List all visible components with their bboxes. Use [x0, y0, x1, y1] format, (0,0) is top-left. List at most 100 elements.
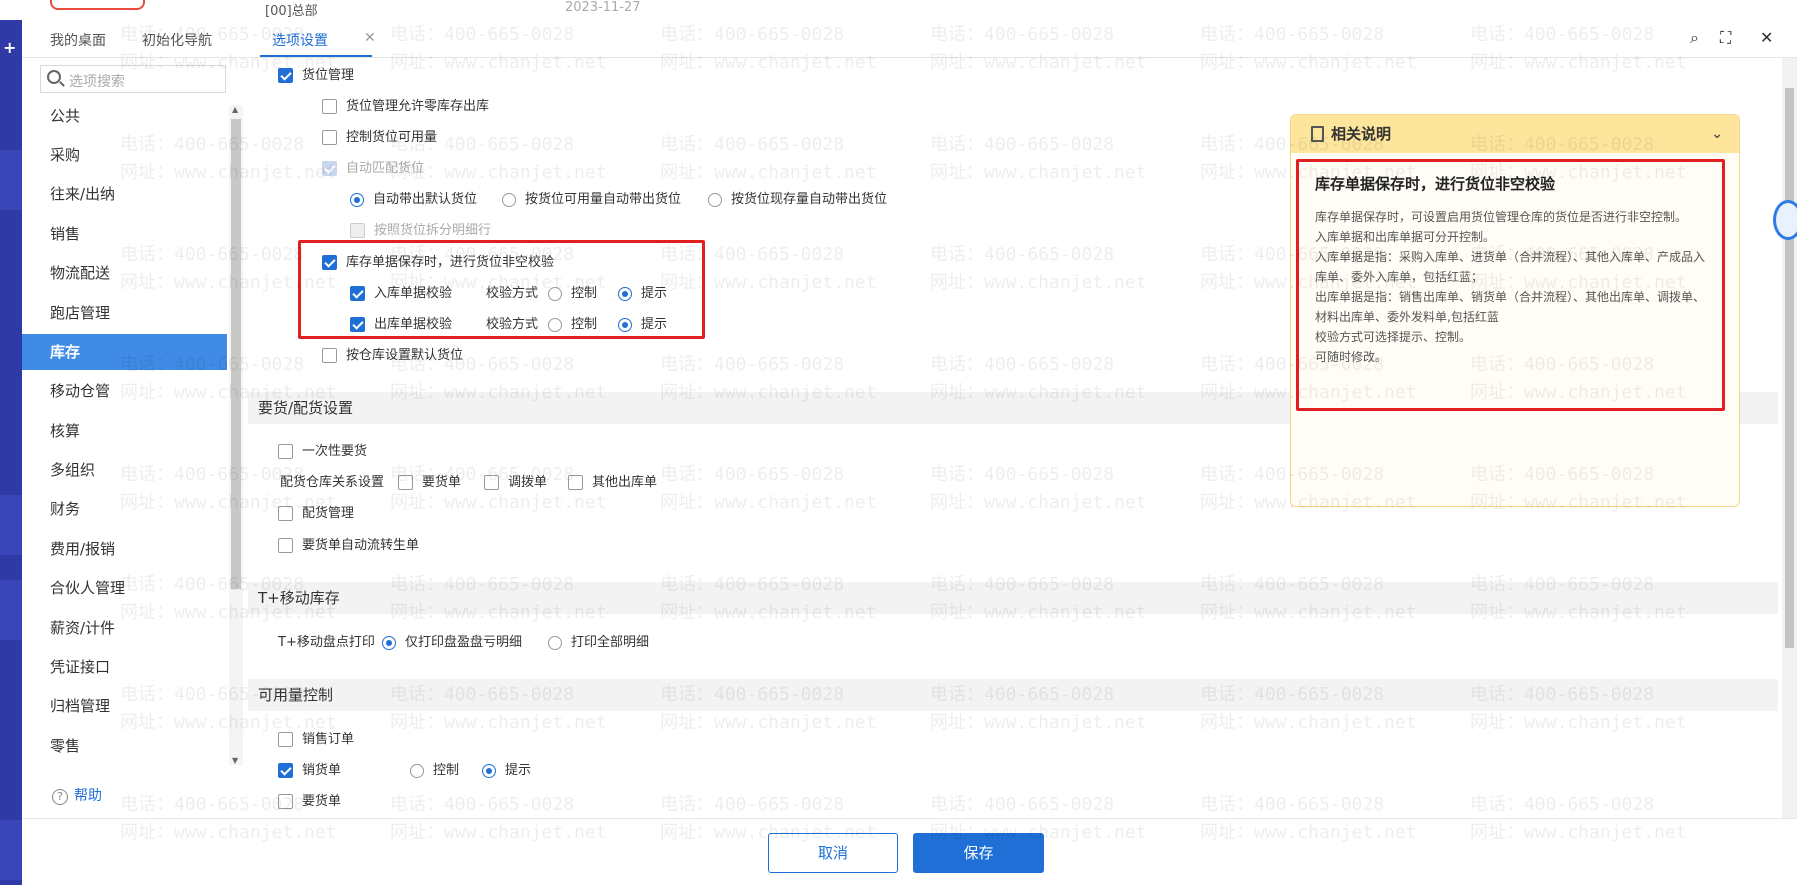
radio[interactable]: [350, 192, 364, 207]
strip-segment[interactable]: [0, 150, 22, 210]
sidebar-item-logistics[interactable]: 物流配送: [22, 255, 227, 291]
radio[interactable]: [618, 286, 632, 301]
strip-segment[interactable]: [0, 495, 22, 555]
radio[interactable]: [708, 192, 722, 207]
search-icon[interactable]: ⌕: [1690, 28, 1699, 48]
radio-default-location[interactable]: 自动带出默认货位: [350, 188, 477, 207]
save-button[interactable]: 保存: [913, 833, 1044, 873]
checkbox[interactable]: [568, 475, 583, 490]
checkbox[interactable]: [350, 286, 365, 301]
req-bill-available-option[interactable]: 要货单: [278, 790, 341, 809]
tab-options[interactable]: 选项设置: [272, 30, 328, 50]
content-scrollbar[interactable]: [1782, 58, 1797, 818]
fullscreen-icon[interactable]: ⛶: [1720, 28, 1731, 48]
checkbox[interactable]: [278, 763, 293, 778]
checkbox[interactable]: [278, 732, 293, 747]
auto-flow-option[interactable]: 要货单自动流转生单: [278, 534, 419, 553]
checkbox[interactable]: [322, 348, 337, 363]
tab-init-guide[interactable]: 初始化导航: [142, 30, 212, 50]
sidebar-item-mobile-wh[interactable]: 移动仓管: [22, 373, 227, 409]
scroll-thumb[interactable]: [231, 119, 241, 589]
sidebar-item-multi-org[interactable]: 多组织: [22, 452, 227, 488]
sidebar-item-archive[interactable]: 归档管理: [22, 688, 227, 724]
sidebar-item-store-visit[interactable]: 跑店管理: [22, 295, 227, 331]
sidebar-item-purchase[interactable]: 采购: [22, 137, 227, 173]
radio[interactable]: [410, 763, 424, 778]
checkbox[interactable]: [278, 444, 293, 459]
out-radio-control[interactable]: 控制: [548, 313, 597, 332]
radio[interactable]: [502, 192, 516, 207]
radio[interactable]: [548, 286, 562, 301]
notes-header[interactable]: 相关说明 ⌄: [1291, 115, 1739, 153]
sidebar-item-retail[interactable]: 零售: [22, 728, 227, 764]
sidebar-item-salary[interactable]: 薪资/计件: [22, 610, 227, 646]
sidebar-item-expense[interactable]: 费用/报销: [22, 531, 227, 567]
close-window-icon[interactable]: ✕: [1760, 28, 1773, 47]
sidebar-item-voucher[interactable]: 凭证接口: [22, 649, 227, 685]
checkbox[interactable]: [322, 255, 337, 270]
checkbox[interactable]: [278, 794, 293, 809]
req-bill-option[interactable]: 要货单: [398, 471, 461, 490]
zero-stock-option[interactable]: 货位管理允许零库存出库: [322, 95, 489, 114]
radio-by-stock[interactable]: 按货位现存量自动带出货位: [708, 188, 887, 207]
print-profit-loss-radio[interactable]: 仅打印盘盈盘亏明细: [382, 631, 522, 650]
checkbox[interactable]: [278, 538, 293, 553]
sidebar-item-finance[interactable]: 财务: [22, 491, 227, 527]
watermark-site: 网址：www.chanjet.net: [660, 492, 877, 513]
scroll-down-icon[interactable]: ▼: [232, 756, 238, 765]
sales-radio-prompt[interactable]: 提示: [482, 759, 531, 778]
close-icon[interactable]: ✕: [364, 30, 376, 46]
sidebar-item-partner[interactable]: 合伙人管理: [22, 570, 227, 606]
in-check-option[interactable]: 入库单据校验: [350, 282, 452, 301]
default-by-wh-option[interactable]: 按仓库设置默认货位: [322, 344, 463, 363]
nonempty-check-option[interactable]: 库存单据保存时，进行货位非空校验: [322, 251, 554, 270]
checkbox[interactable]: [278, 68, 293, 83]
checkbox[interactable]: [484, 475, 499, 490]
org-label[interactable]: [00]总部: [265, 0, 318, 19]
out-check-option[interactable]: 出库单据校验: [350, 313, 452, 332]
checkbox: [350, 223, 365, 238]
checkbox[interactable]: [322, 99, 337, 114]
strip-segment[interactable]: [0, 820, 22, 880]
sales-order-option[interactable]: 销售订单: [278, 728, 354, 747]
radio[interactable]: [548, 635, 562, 650]
sales-bill-option[interactable]: 销货单: [278, 759, 341, 778]
checkbox[interactable]: [350, 317, 365, 332]
other-out-option[interactable]: 其他出库单: [568, 471, 657, 490]
tab-my-desktop[interactable]: 我的桌面: [50, 30, 106, 50]
sidebar-item-public[interactable]: 公共: [22, 98, 227, 134]
one-time-req-option[interactable]: 一次性要货: [278, 440, 367, 459]
out-radio-prompt[interactable]: 提示: [618, 313, 667, 332]
sales-radio-control[interactable]: 控制: [410, 759, 459, 778]
checkbox[interactable]: [398, 475, 413, 490]
scroll-up-icon[interactable]: ▲: [232, 105, 238, 114]
control-available-option[interactable]: 控制货位可用量: [322, 126, 437, 145]
radio[interactable]: [618, 317, 632, 332]
in-radio-control[interactable]: 控制: [548, 282, 597, 301]
assistant-robot-icon[interactable]: [1773, 200, 1797, 240]
sidebar-item-sales[interactable]: 销售: [22, 216, 227, 252]
sidebar-item-accounting[interactable]: 核算: [22, 413, 227, 449]
chevron-down-icon[interactable]: ⌄: [1711, 115, 1723, 153]
alloc-mgmt-option[interactable]: 配货管理: [278, 502, 354, 521]
option-search-input[interactable]: 选项搜索: [40, 65, 226, 93]
help-link[interactable]: ? 帮助: [52, 785, 102, 805]
location-mgmt-option[interactable]: 货位管理: [278, 64, 354, 83]
radio-by-available[interactable]: 按货位可用量自动带出货位: [502, 188, 681, 207]
add-icon[interactable]: +: [3, 38, 16, 57]
radio[interactable]: [548, 317, 562, 332]
scroll-thumb[interactable]: [1785, 88, 1794, 648]
radio[interactable]: [482, 763, 496, 778]
print-all-radio[interactable]: 打印全部明细: [548, 631, 649, 650]
sidebar-item-cashier[interactable]: 往来/出纳: [22, 176, 227, 212]
radio[interactable]: [382, 635, 396, 650]
sidebar-item-inventory[interactable]: 库存: [22, 334, 227, 370]
cancel-button[interactable]: 取消: [768, 833, 898, 873]
sidebar-scrollbar[interactable]: ▲ ▼: [229, 105, 243, 765]
in-radio-prompt[interactable]: 提示: [618, 282, 667, 301]
strip-segment[interactable]: [0, 580, 22, 640]
transfer-option[interactable]: 调拨单: [484, 471, 547, 490]
checkbox[interactable]: [278, 506, 293, 521]
checkbox[interactable]: [322, 130, 337, 145]
option-label: 要货单自动流转生单: [302, 538, 420, 553]
